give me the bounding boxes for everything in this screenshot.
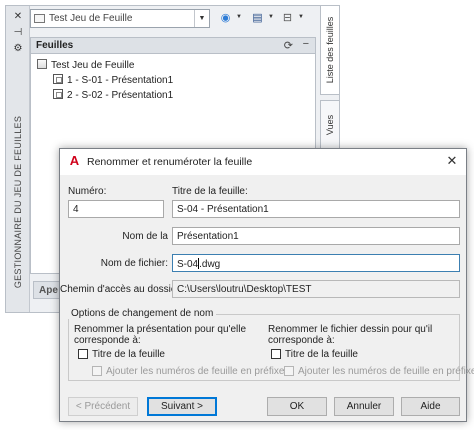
autocad-logo-icon: A: [69, 153, 80, 168]
close-palette-icon[interactable]: ✕: [12, 12, 24, 22]
rename-layout-heading-line2: corresponde à:: [74, 335, 141, 346]
tree-root-sheet-set[interactable]: Test Jeu de Feuille: [37, 59, 134, 71]
sheets-panel-header: Feuilles ⟳ −: [30, 37, 316, 54]
rename-drawing-file-heading: Renommer le fichier dessin pour qu'il: [268, 324, 433, 335]
refresh-icon[interactable]: ⟳: [284, 39, 293, 52]
rename-options-legend: Options de changement de nom: [68, 308, 217, 319]
tree-item-sheet-1[interactable]: 1 - S-01 - Présentation1: [53, 74, 173, 86]
tree-item-sheet-2[interactable]: 2 - S-02 - Présentation1: [53, 89, 173, 101]
numero-input[interactable]: 4: [68, 200, 164, 218]
tree-item-label: 2 - S-02 - Présentation1: [67, 90, 174, 101]
file-prefix-checkbox-label: Ajouter les numéros de feuille en préfix…: [298, 366, 474, 377]
dialog-titlebar: A Renommer et renuméroter la feuille ✕: [60, 149, 466, 175]
sheet-set-icon: [37, 59, 47, 69]
sheet-set-dropdown[interactable]: Test Jeu de Feuille ▼: [30, 9, 210, 28]
sheet-title-input-value: S-04 - Présentation1: [177, 204, 269, 215]
sheet-title-input[interactable]: S-04 - Présentation1: [172, 200, 460, 218]
file-name-input[interactable]: S-04.dwg: [172, 254, 460, 272]
tab-sheet-list[interactable]: Liste des feuilles: [320, 5, 340, 95]
sheet-title-label: Titre de la feuille:: [172, 186, 248, 197]
layout-prefix-checkbox[interactable]: [92, 366, 102, 376]
layout-name-input-value: Présentation1: [177, 231, 239, 242]
sheets-panel-title: Feuilles: [36, 40, 74, 51]
sheet-set-dropdown-value: Test Jeu de Feuille: [49, 13, 133, 24]
cancel-button[interactable]: Annuler: [334, 397, 394, 416]
file-name-input-value: S-04: [177, 259, 199, 270]
previous-button[interactable]: < Précédent: [68, 397, 138, 416]
file-sheet-title-checkbox[interactable]: [271, 349, 281, 359]
file-sheet-title-checkbox-label: Titre de la feuille: [285, 349, 358, 360]
sheet-icon: [53, 74, 63, 84]
layout-prefix-checkbox-label: Ajouter les numéros de feuille en préfix…: [106, 366, 285, 377]
preview-tab-label: Ape: [39, 285, 58, 296]
file-prefix-checkbox[interactable]: [284, 366, 294, 376]
chevron-down-icon[interactable]: ▼: [194, 10, 209, 27]
layout-name-input[interactable]: Présentation1: [172, 227, 460, 245]
file-name-extension: .dwg: [199, 259, 221, 270]
rename-layout-heading: Renommer la présentation pour qu'elle: [74, 324, 247, 335]
layout-sheet-title-checkbox[interactable]: [78, 349, 88, 359]
folder-path-label: Chemin d'accès au dossier:: [60, 284, 183, 295]
palette-vertical-title: GESTIONNAIRE DU JEU DE FEUILLES: [13, 115, 23, 289]
folder-path-value: C:\Users\loutru\Desktop\TEST: [177, 284, 312, 295]
tree-item-label: 1 - S-01 - Présentation1: [67, 75, 174, 86]
tab-sheet-list-label: Liste des feuilles: [325, 16, 335, 84]
numero-label: Numéro:: [68, 186, 107, 197]
sheet-set-icon: [34, 14, 45, 23]
sheet-selection-icon[interactable]: ⊟: [280, 11, 295, 26]
publish-printer-icon[interactable]: ▤: [250, 11, 265, 26]
layout-sheet-title-checkbox-label: Titre de la feuille: [92, 349, 165, 360]
tree-root-label: Test Jeu de Feuille: [51, 60, 135, 71]
next-button[interactable]: Suivant >: [147, 397, 217, 416]
ok-button[interactable]: OK: [267, 397, 327, 416]
layout-name-label: Nom de la: [122, 231, 168, 242]
numero-input-value: 4: [73, 204, 79, 215]
file-name-label: Nom de fichier:: [100, 258, 168, 269]
chevron-down-icon[interactable]: ▼: [268, 14, 274, 20]
close-icon[interactable]: ✕: [444, 153, 460, 169]
pin-icon[interactable]: ⊣: [12, 28, 24, 38]
tab-views[interactable]: Vues: [320, 100, 340, 150]
help-button[interactable]: Aide: [401, 397, 460, 416]
dialog-title: Renommer et renuméroter la feuille: [87, 156, 253, 168]
publish-globe-icon[interactable]: ◉: [218, 11, 233, 26]
folder-path-field: C:\Users\loutru\Desktop\TEST: [172, 280, 460, 298]
chevron-down-icon[interactable]: ▼: [236, 14, 242, 20]
rename-renumber-dialog: A Renommer et renuméroter la feuille ✕ N…: [59, 148, 474, 422]
properties-icon[interactable]: ⚙: [12, 44, 24, 54]
sheet-icon: [53, 89, 63, 99]
tab-views-label: Vues: [325, 114, 335, 136]
minimize-icon[interactable]: −: [303, 38, 309, 50]
chevron-down-icon[interactable]: ▼: [298, 14, 304, 20]
rename-drawing-file-heading-line2: corresponde à:: [268, 335, 335, 346]
palette-side-strip: ✕ ⊣ ⚙ GESTIONNAIRE DU JEU DE FEUILLES: [6, 6, 30, 312]
